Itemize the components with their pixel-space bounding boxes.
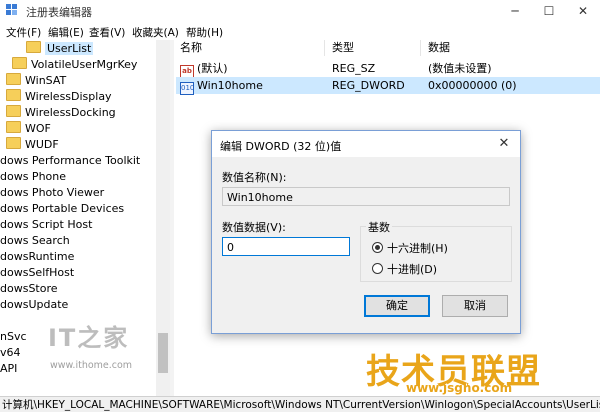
tree-item[interactable]: dows Search [0,233,70,249]
tree-item[interactable]: nSvc [0,329,27,345]
tree-item[interactable]: WinSAT [6,73,66,89]
tree-item-label: nSvc [0,330,27,343]
tree-scrollbar-thumb[interactable] [158,333,168,373]
cancel-button[interactable]: 取消 [442,295,508,317]
radio-unselected-icon [372,263,383,274]
folder-icon [6,89,21,101]
value-name-label: 数值名称(N): [222,171,287,184]
folder-icon [6,121,21,133]
tree-item-label: WOF [25,122,51,135]
folder-icon [6,137,21,149]
menu-file[interactable]: 文件(F) [6,25,41,40]
registry-app-icon [6,4,17,15]
tree-item-label: dows Script Host [0,218,93,231]
tree-item-label: dowsRuntime [0,250,75,263]
menu-view[interactable]: 查看(V) [89,25,125,40]
value-type: REG_DWORD [332,79,405,92]
tree-item[interactable]: dows Phone [0,169,66,185]
value-name: (默认) [197,62,228,75]
tree-item[interactable]: dows Photo Viewer [0,185,104,201]
tree-item[interactable]: dows Portable Devices [0,201,124,217]
value-data-label: 数值数据(V): [222,221,286,234]
tree-item[interactable]: dows Script Host [0,217,92,233]
tree-item-label: dowsStore [0,282,58,295]
tree-item-label: UserList [45,42,94,55]
tree-item[interactable]: dowsRuntime [0,249,74,265]
maximize-button[interactable]: ☐ [532,0,566,22]
folder-icon [6,105,21,117]
decimal-radio[interactable]: 十进制(D) [372,261,437,277]
tree-item[interactable]: API [0,361,17,377]
tree-item[interactable]: WirelessDisplay [6,89,112,105]
tree-item-label: WinSAT [25,74,67,87]
tree-item-label: WirelessDisplay [25,90,112,103]
menu-help[interactable]: 帮助(H) [186,25,223,40]
tree-item[interactable]: WOF [6,121,51,137]
minimize-button[interactable]: ─ [498,0,532,22]
hex-radio[interactable]: 十六进制(H) [372,240,448,256]
tree-item[interactable]: dowsStore [0,281,58,297]
column-divider[interactable] [420,40,421,56]
edit-dword-dialog: 编辑 DWORD (32 位)值 ✕ 数值名称(N): Win10home 数值… [211,130,521,334]
radio-selected-icon [372,242,383,253]
column-header-type[interactable]: 类型 [332,40,354,56]
menu-bar: 文件(F) 编辑(E) 查看(V) 收藏夹(A) 帮助(H) [0,22,600,40]
tree-item[interactable]: WirelessDocking [6,105,116,121]
folder-icon [12,57,27,69]
value-row-selected[interactable]: 010 Win10home REG_DWORD 0x00000000 (0) [176,77,600,95]
dialog-titlebar: 编辑 DWORD (32 位)值 ✕ [212,131,520,157]
value-name: Win10home [197,79,263,92]
tree-item-label: dows Photo Viewer [0,186,105,199]
value-data: (数值未设置) [428,62,492,75]
window-titlebar: 注册表编辑器 ─ ☐ ✕ [0,0,600,22]
tree-item[interactable]: dowsUpdate [0,297,68,313]
tree-item-label: dows Search [0,234,70,247]
value-type: REG_SZ [332,62,376,75]
tree-scrollbar[interactable] [156,40,170,396]
tree-item-label: WirelessDocking [25,106,116,119]
tree-item[interactable]: WUDF [6,137,59,153]
ok-button[interactable]: 确定 [364,295,430,317]
value-data: 0x00000000 (0) [428,79,517,92]
ithome-url-watermark: www.ithome.com [50,360,133,371]
tree-item-label: dows Phone [0,170,67,183]
ithome-watermark: IT之家 [48,324,130,352]
tree-item[interactable]: VolatileUserMgrKey [12,57,137,73]
tree-item-label: API [0,362,18,375]
tree-item-label: dows Performance Toolkit [0,154,141,167]
tree-item-label: WUDF [25,138,59,151]
close-window-button[interactable]: ✕ [566,0,600,22]
tree-item[interactable]: UserList [26,41,94,57]
value-name-field: Win10home [222,187,510,206]
status-bar-path: 计算机\HKEY_LOCAL_MACHINE\SOFTWARE\Microsof… [0,396,600,412]
dialog-title: 编辑 DWORD (32 位)值 [220,140,342,153]
menu-edit[interactable]: 编辑(E) [48,25,84,40]
column-divider[interactable] [324,40,325,56]
folder-icon [6,73,21,85]
value-row[interactable]: ab (默认) REG_SZ (数值未设置) [176,60,600,78]
tree-item-label: dowsSelfHost [0,266,75,279]
folder-icon [26,41,41,53]
tree-item[interactable]: dowsSelfHost [0,265,74,281]
tree-item-label: dowsUpdate [0,298,69,311]
tree-item[interactable]: dows Performance Toolkit [0,153,140,169]
tree-item[interactable]: v64 [0,345,21,361]
tree-item-label: v64 [0,346,21,359]
binary-value-icon: 010 [180,82,194,95]
menu-favorites[interactable]: 收藏夹(A) [132,25,179,40]
column-header-name[interactable]: 名称 [180,40,202,56]
tree-item-label: dows Portable Devices [0,202,125,215]
dialog-close-icon[interactable]: ✕ [494,134,514,154]
pane-splitter[interactable] [170,40,174,396]
window-title: 注册表编辑器 [26,6,92,19]
base-group-label: 基数 [366,219,392,235]
tree-item-label: VolatileUserMgrKey [31,58,138,71]
column-header-data[interactable]: 数据 [428,40,450,56]
value-data-input[interactable]: 0 [222,237,350,256]
jsgho-url-watermark: www.jsgho.com [406,381,513,395]
